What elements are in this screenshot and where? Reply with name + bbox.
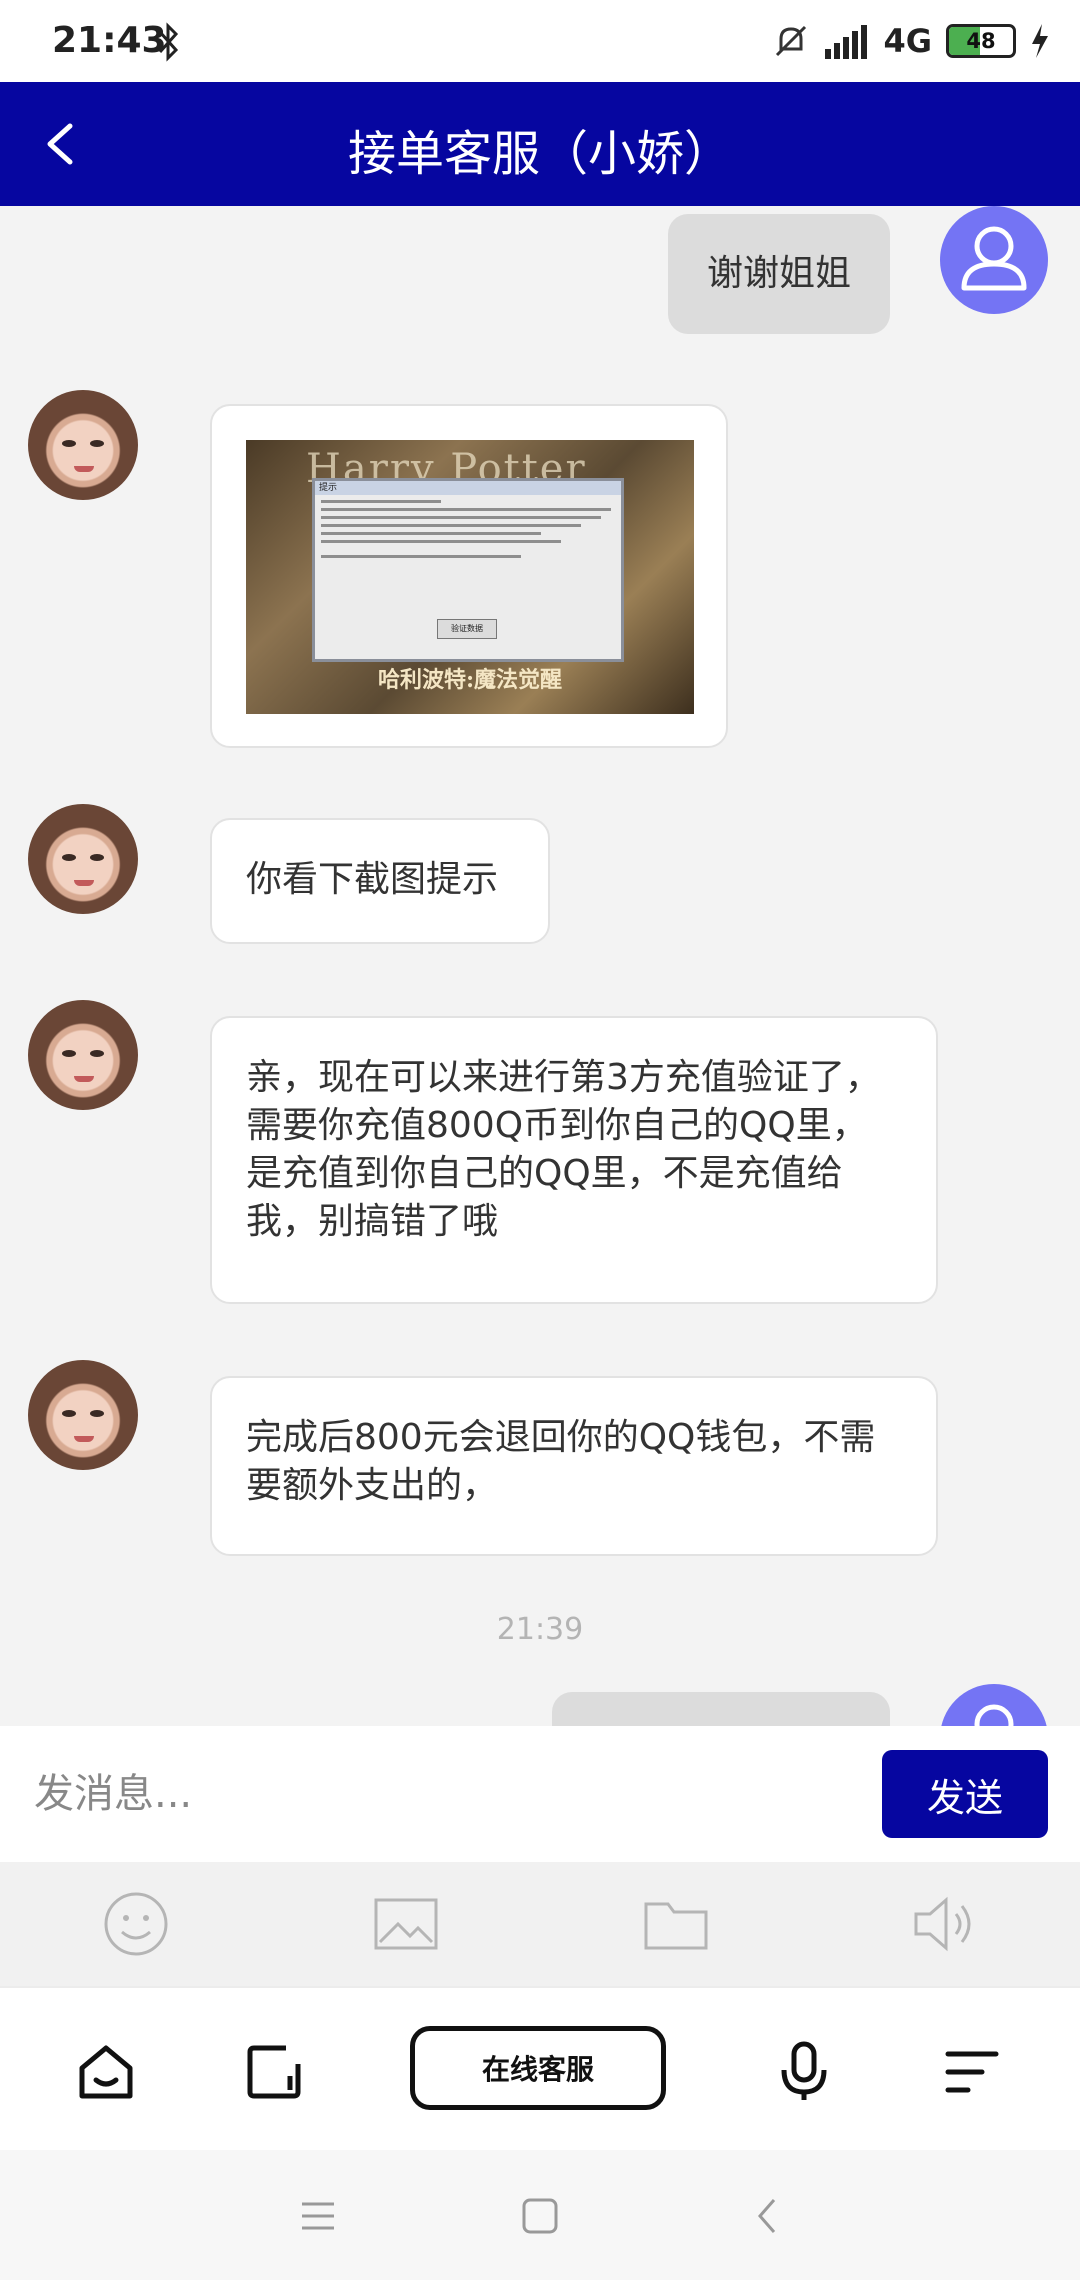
agent-avatar[interactable] <box>28 804 138 914</box>
message-composer: 发送 <box>0 1726 1080 1862</box>
text-line <box>321 540 561 543</box>
text-line <box>321 532 541 535</box>
agent-avatar[interactable] <box>28 1000 138 1110</box>
emoji-icon[interactable] <box>100 1888 172 1960</box>
message-bubble-self <box>552 1692 890 1726</box>
text-line <box>321 555 521 558</box>
message-bubble-agent: 你看下截图提示 <box>210 818 550 944</box>
chat-messages[interactable]: 谢谢姐姐 Harry Potter 提示 验证数据 哈利波特:魔法觉醒 你看下截… <box>0 206 1080 1726</box>
microphone-icon[interactable] <box>772 2040 836 2104</box>
avatar-eye <box>90 440 104 447</box>
composer-toolbar <box>0 1862 1080 1986</box>
thumbnail-dialog: 提示 验证数据 <box>312 478 624 662</box>
image-message-bubble[interactable]: Harry Potter 提示 验证数据 哈利波特:魔法觉醒 <box>210 404 728 748</box>
avatar-eye <box>62 854 76 861</box>
folder-icon[interactable] <box>640 1888 712 1960</box>
battery-indicator: 48 <box>946 24 1016 58</box>
system-back-icon[interactable] <box>746 2194 790 2238</box>
avatar-eye <box>90 1050 104 1057</box>
battery-level: 48 <box>966 29 996 53</box>
agent-avatar[interactable] <box>28 1360 138 1470</box>
person-icon <box>961 226 1027 291</box>
thumbnail-verify-button: 验证数据 <box>437 619 497 639</box>
system-menu-icon[interactable] <box>296 2194 340 2238</box>
status-bar: 21:43 4G 48 <box>0 0 1080 82</box>
person-icon <box>974 1704 1014 1726</box>
send-button[interactable]: 发送 <box>882 1750 1048 1838</box>
thumbnail-caption: 哈利波特:魔法觉醒 <box>377 667 563 693</box>
app-bottom-nav: 在线客服 <box>0 1986 1080 2150</box>
avatar-eye <box>62 440 76 447</box>
mute-bell-icon <box>776 25 807 57</box>
screenshot-thumbnail[interactable]: Harry Potter 提示 验证数据 哈利波特:魔法觉醒 <box>246 440 694 714</box>
text-line <box>321 508 611 511</box>
text-line <box>321 500 441 503</box>
avatar-eye <box>62 1050 76 1057</box>
speaker-icon[interactable] <box>908 1888 980 1960</box>
image-icon[interactable] <box>370 1888 442 1960</box>
message-bubble-agent: 亲，现在可以来进行第3方充值验证了，需要你充值800Q币到你自己的QQ里，是充值… <box>210 1016 938 1304</box>
system-home-icon[interactable] <box>518 2194 562 2238</box>
message-timestamp: 21:39 <box>496 1612 584 1647</box>
bluetooth-icon <box>158 22 179 62</box>
avatar-mouth <box>74 1076 94 1082</box>
status-indicators: 4G 48 <box>771 20 1050 62</box>
recent-icon[interactable] <box>242 2040 306 2104</box>
chat-header: 接单客服（小娇） <box>0 82 1080 206</box>
avatar-mouth <box>74 466 94 472</box>
avatar-eye <box>62 1410 76 1417</box>
message-bubble-self: 谢谢姐姐 <box>668 214 890 334</box>
avatar-mouth <box>74 1436 94 1442</box>
home-icon[interactable] <box>74 2040 138 2104</box>
avatar-eye <box>90 854 104 861</box>
message-text: 谢谢姐姐 <box>706 253 851 294</box>
text-line <box>321 524 581 527</box>
message-bubble-agent: 完成后800元会退回你的QQ钱包，不需要额外支出的， <box>210 1376 938 1556</box>
page-title: 接单客服（小娇） <box>347 126 732 182</box>
system-nav-bar <box>0 2150 1080 2280</box>
user-avatar[interactable] <box>940 206 1048 314</box>
message-text: 你看下截图提示 <box>246 859 499 900</box>
network-type: 4G <box>883 22 932 60</box>
text-line <box>321 516 601 519</box>
signal-icon <box>825 25 868 59</box>
message-text: 完成后800元会退回你的QQ钱包，不需要额外支出的， <box>246 1417 876 1506</box>
thumbnail-dialog-title: 提示 <box>315 481 621 495</box>
avatar-mouth <box>74 880 94 886</box>
status-time: 21:43 <box>52 20 167 61</box>
agent-avatar[interactable] <box>28 390 138 500</box>
avatar-eye <box>90 1410 104 1417</box>
menu-icon[interactable] <box>940 2040 1004 2104</box>
online-service-button[interactable]: 在线客服 <box>410 2026 666 2110</box>
message-input[interactable] <box>34 1754 854 1834</box>
message-text: 亲，现在可以来进行第3方充值验证了，需要你充值800Q币到你自己的QQ里，是充值… <box>246 1057 881 1242</box>
user-avatar[interactable] <box>940 1684 1048 1726</box>
charging-icon <box>1032 24 1048 58</box>
